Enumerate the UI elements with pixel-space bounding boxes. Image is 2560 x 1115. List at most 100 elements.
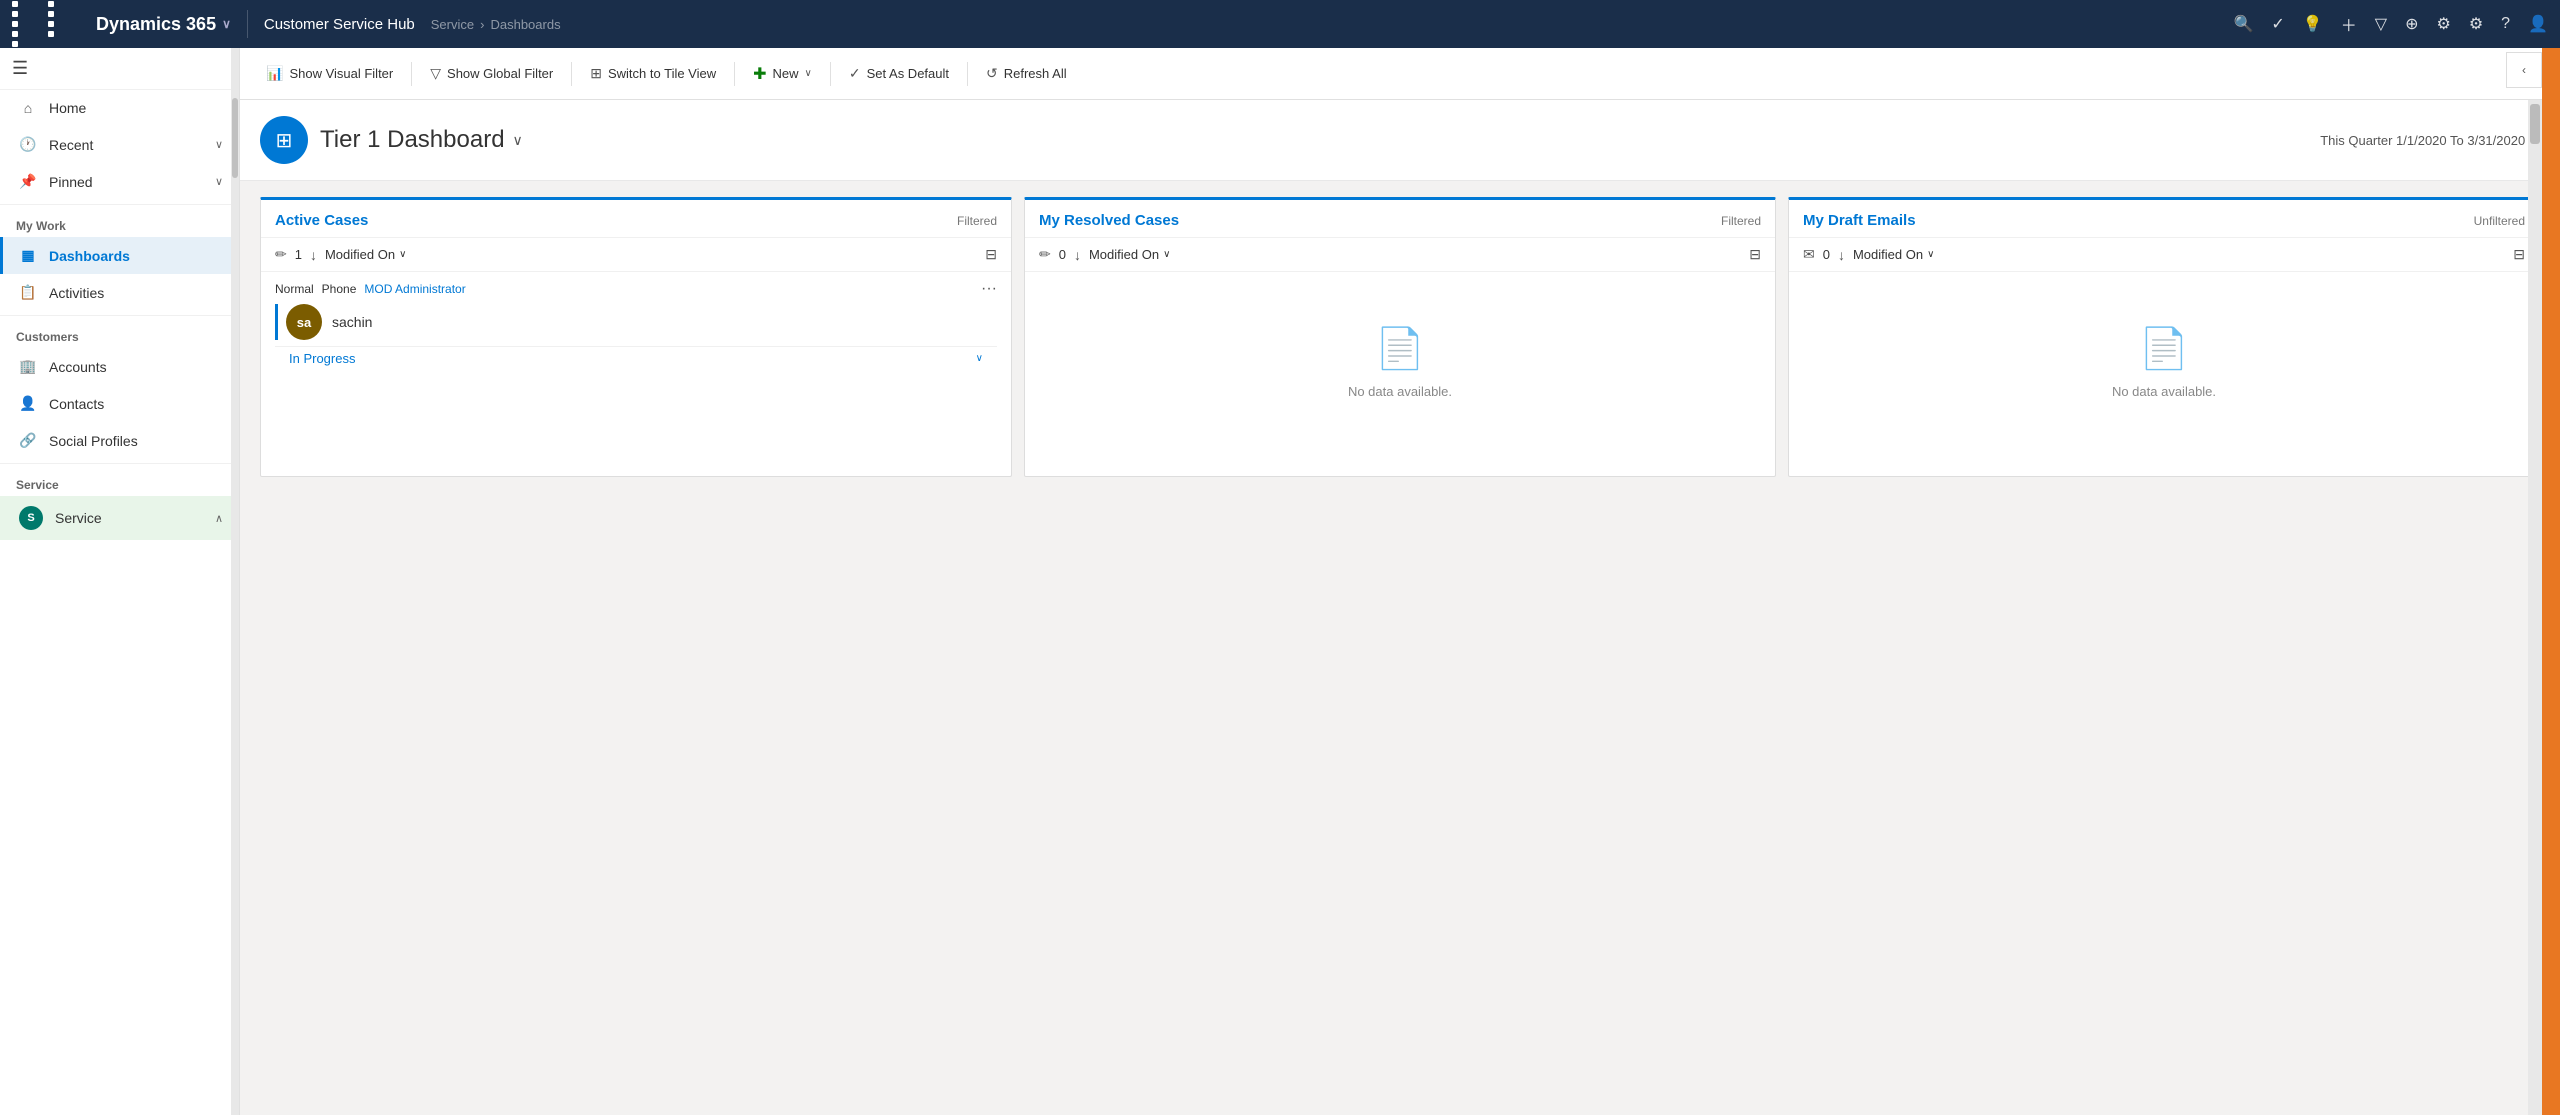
- sidebar-label-dashboards: Dashboards: [49, 248, 130, 264]
- case-avatar: sa: [286, 304, 322, 340]
- recent-chevron: ∨: [215, 138, 223, 151]
- global-filter-icon: ▽: [430, 65, 441, 82]
- circle-plus-icon[interactable]: ⊕: [2405, 14, 2418, 34]
- refresh-all-button[interactable]: ↺ Refresh All: [976, 59, 1077, 88]
- resolved-cases-edit-icon[interactable]: ✏: [1039, 246, 1051, 263]
- case-type: Normal: [275, 282, 314, 296]
- refresh-icon: ↺: [986, 65, 998, 82]
- toolbar-sep-3: [734, 62, 735, 86]
- case-more-button[interactable]: ···: [981, 280, 997, 298]
- tile-view-label: Switch to Tile View: [608, 66, 716, 81]
- sidebar-item-social-profiles[interactable]: 🔗 Social Profiles: [0, 422, 239, 459]
- show-visual-filter-button[interactable]: 📊 Show Visual Filter: [256, 59, 403, 88]
- sidebar-label-contacts: Contacts: [49, 396, 104, 412]
- resolved-cases-title: My Resolved Cases: [1039, 212, 1721, 229]
- app-launcher-button[interactable]: [12, 1, 80, 47]
- set-default-icon: ✓: [849, 65, 861, 82]
- main-content: ⊞ Tier 1 Dashboard ∨ This Quarter 1/1/20…: [240, 100, 2560, 1115]
- sidebar-section-service: Service: [0, 468, 239, 496]
- sidebar-item-service[interactable]: S Service ∧: [0, 496, 239, 540]
- draft-emails-header: My Draft Emails Unfiltered: [1789, 200, 2539, 238]
- sidebar-item-activities[interactable]: 📋 Activities: [0, 274, 239, 311]
- hamburger-button[interactable]: ☰: [12, 58, 28, 79]
- sidebar-item-home[interactable]: ⌂ Home: [0, 90, 239, 126]
- resolved-cases-grid-icon[interactable]: ⊟: [1749, 246, 1761, 263]
- breadcrumb-service[interactable]: Service: [431, 17, 474, 32]
- resolved-cases-count: 0: [1059, 247, 1066, 262]
- resolved-cases-body: 📄 No data available.: [1025, 272, 1775, 476]
- right-panel-toggle[interactable]: ‹: [2506, 52, 2542, 88]
- active-cases-filter: Filtered: [957, 214, 997, 228]
- user-icon[interactable]: 👤: [2528, 14, 2548, 34]
- top-navigation: Dynamics 365 ∨ Customer Service Hub Serv…: [0, 0, 2560, 48]
- cards-container: Active Cases Filtered ✏ 1 ↓ Modified On …: [240, 181, 2560, 493]
- case-owner[interactable]: MOD Administrator: [364, 282, 465, 296]
- draft-emails-sort-icon[interactable]: ↓: [1838, 247, 1845, 263]
- dashboard-title-chevron[interactable]: ∨: [513, 132, 523, 149]
- brand-chevron[interactable]: ∨: [222, 17, 231, 31]
- dynamics-brand[interactable]: Dynamics 365 ∨: [96, 14, 231, 35]
- active-cases-grid-icon[interactable]: ⊟: [985, 246, 997, 263]
- switch-tile-view-button[interactable]: ⊞ Switch to Tile View: [580, 59, 726, 88]
- lightbulb-icon[interactable]: 💡: [2303, 14, 2323, 34]
- filter-icon[interactable]: ▽: [2375, 14, 2387, 34]
- case-status[interactable]: In Progress ∨: [275, 346, 997, 370]
- settings-alt-icon[interactable]: ⚙: [2436, 14, 2450, 34]
- resolved-cases-header: My Resolved Cases Filtered: [1025, 200, 1775, 238]
- case-name[interactable]: sachin: [332, 314, 372, 330]
- dashboard-header: ⊞ Tier 1 Dashboard ∨ This Quarter 1/1/20…: [240, 100, 2560, 181]
- draft-emails-count: 0: [1823, 247, 1830, 262]
- service-icon: S: [19, 506, 43, 530]
- sidebar-item-recent[interactable]: 🕐 Recent ∨: [0, 126, 239, 163]
- top-nav-actions: 🔍 ✓ 💡 ＋ ▽ ⊕ ⚙ ⚙ ? 👤: [2234, 12, 2549, 36]
- main-scrollbar[interactable]: [2528, 100, 2542, 1115]
- home-icon: ⌂: [19, 100, 37, 116]
- plus-icon[interactable]: ＋: [2341, 12, 2357, 36]
- draft-emails-body: 📄 No data available.: [1789, 272, 2539, 476]
- resolved-cases-sort[interactable]: Modified On ∨: [1089, 247, 1170, 262]
- dashboard-icon: ⊞: [260, 116, 308, 164]
- active-cases-edit-icon[interactable]: ✏: [275, 246, 287, 263]
- sidebar-scrollbar[interactable]: [231, 48, 239, 1115]
- sidebar-section-mywork: My Work: [0, 209, 239, 237]
- pinned-chevron: ∨: [215, 175, 223, 188]
- show-global-filter-button[interactable]: ▽ Show Global Filter: [420, 59, 563, 88]
- sidebar-section-customers: Customers: [0, 320, 239, 348]
- set-default-label: Set As Default: [867, 66, 949, 81]
- case-status-chevron: ∨: [976, 353, 983, 364]
- active-cases-sort-icon[interactable]: ↓: [310, 247, 317, 263]
- sidebar-item-pinned[interactable]: 📌 Pinned ∨: [0, 163, 239, 200]
- new-button[interactable]: ✚ New ∨: [743, 58, 822, 90]
- sidebar-item-contacts[interactable]: 👤 Contacts: [0, 385, 239, 422]
- sidebar-label-service: Service: [55, 510, 102, 526]
- accounts-icon: 🏢: [19, 358, 37, 375]
- sidebar-item-dashboards[interactable]: ▦ Dashboards: [0, 237, 239, 274]
- avatar-initials: sa: [297, 315, 311, 330]
- task-icon[interactable]: ✓: [2271, 14, 2284, 34]
- sidebar-divider-1: [0, 204, 239, 205]
- draft-emails-grid-icon[interactable]: ⊟: [2513, 246, 2525, 263]
- breadcrumb-dashboards[interactable]: Dashboards: [490, 17, 560, 32]
- resolved-cases-card: My Resolved Cases Filtered ✏ 0 ↓ Modifie…: [1024, 197, 1776, 477]
- help-icon[interactable]: ?: [2501, 15, 2510, 33]
- search-icon[interactable]: 🔍: [2234, 14, 2254, 34]
- resolved-cases-filter: Filtered: [1721, 214, 1761, 228]
- sidebar-label-pinned: Pinned: [49, 174, 93, 190]
- draft-emails-envelope-icon[interactable]: ✉: [1803, 246, 1815, 263]
- active-cases-sort[interactable]: Modified On ∨: [325, 247, 406, 262]
- settings-icon[interactable]: ⚙: [2469, 14, 2483, 34]
- toolbar-sep-1: [411, 62, 412, 86]
- set-default-button[interactable]: ✓ Set As Default: [839, 59, 959, 88]
- sidebar-item-accounts[interactable]: 🏢 Accounts: [0, 348, 239, 385]
- draft-emails-sort[interactable]: Modified On ∨: [1853, 247, 1934, 262]
- toolbar: 📊 Show Visual Filter ▽ Show Global Filte…: [240, 48, 2560, 100]
- dashboard-date-selector[interactable]: This Quarter 1/1/2020 To 3/31/2020 ∨: [2320, 133, 2540, 148]
- draft-emails-toolbar: ✉ 0 ↓ Modified On ∨ ⊟: [1789, 238, 2539, 272]
- sidebar-label-home: Home: [49, 100, 86, 116]
- active-cases-toolbar: ✏ 1 ↓ Modified On ∨ ⊟: [261, 238, 1011, 272]
- contacts-icon: 👤: [19, 395, 37, 412]
- resolved-cases-sort-icon[interactable]: ↓: [1074, 247, 1081, 263]
- active-cases-title: Active Cases: [275, 212, 957, 229]
- sidebar-header: ☰: [0, 48, 239, 90]
- active-cases-header: Active Cases Filtered: [261, 200, 1011, 238]
